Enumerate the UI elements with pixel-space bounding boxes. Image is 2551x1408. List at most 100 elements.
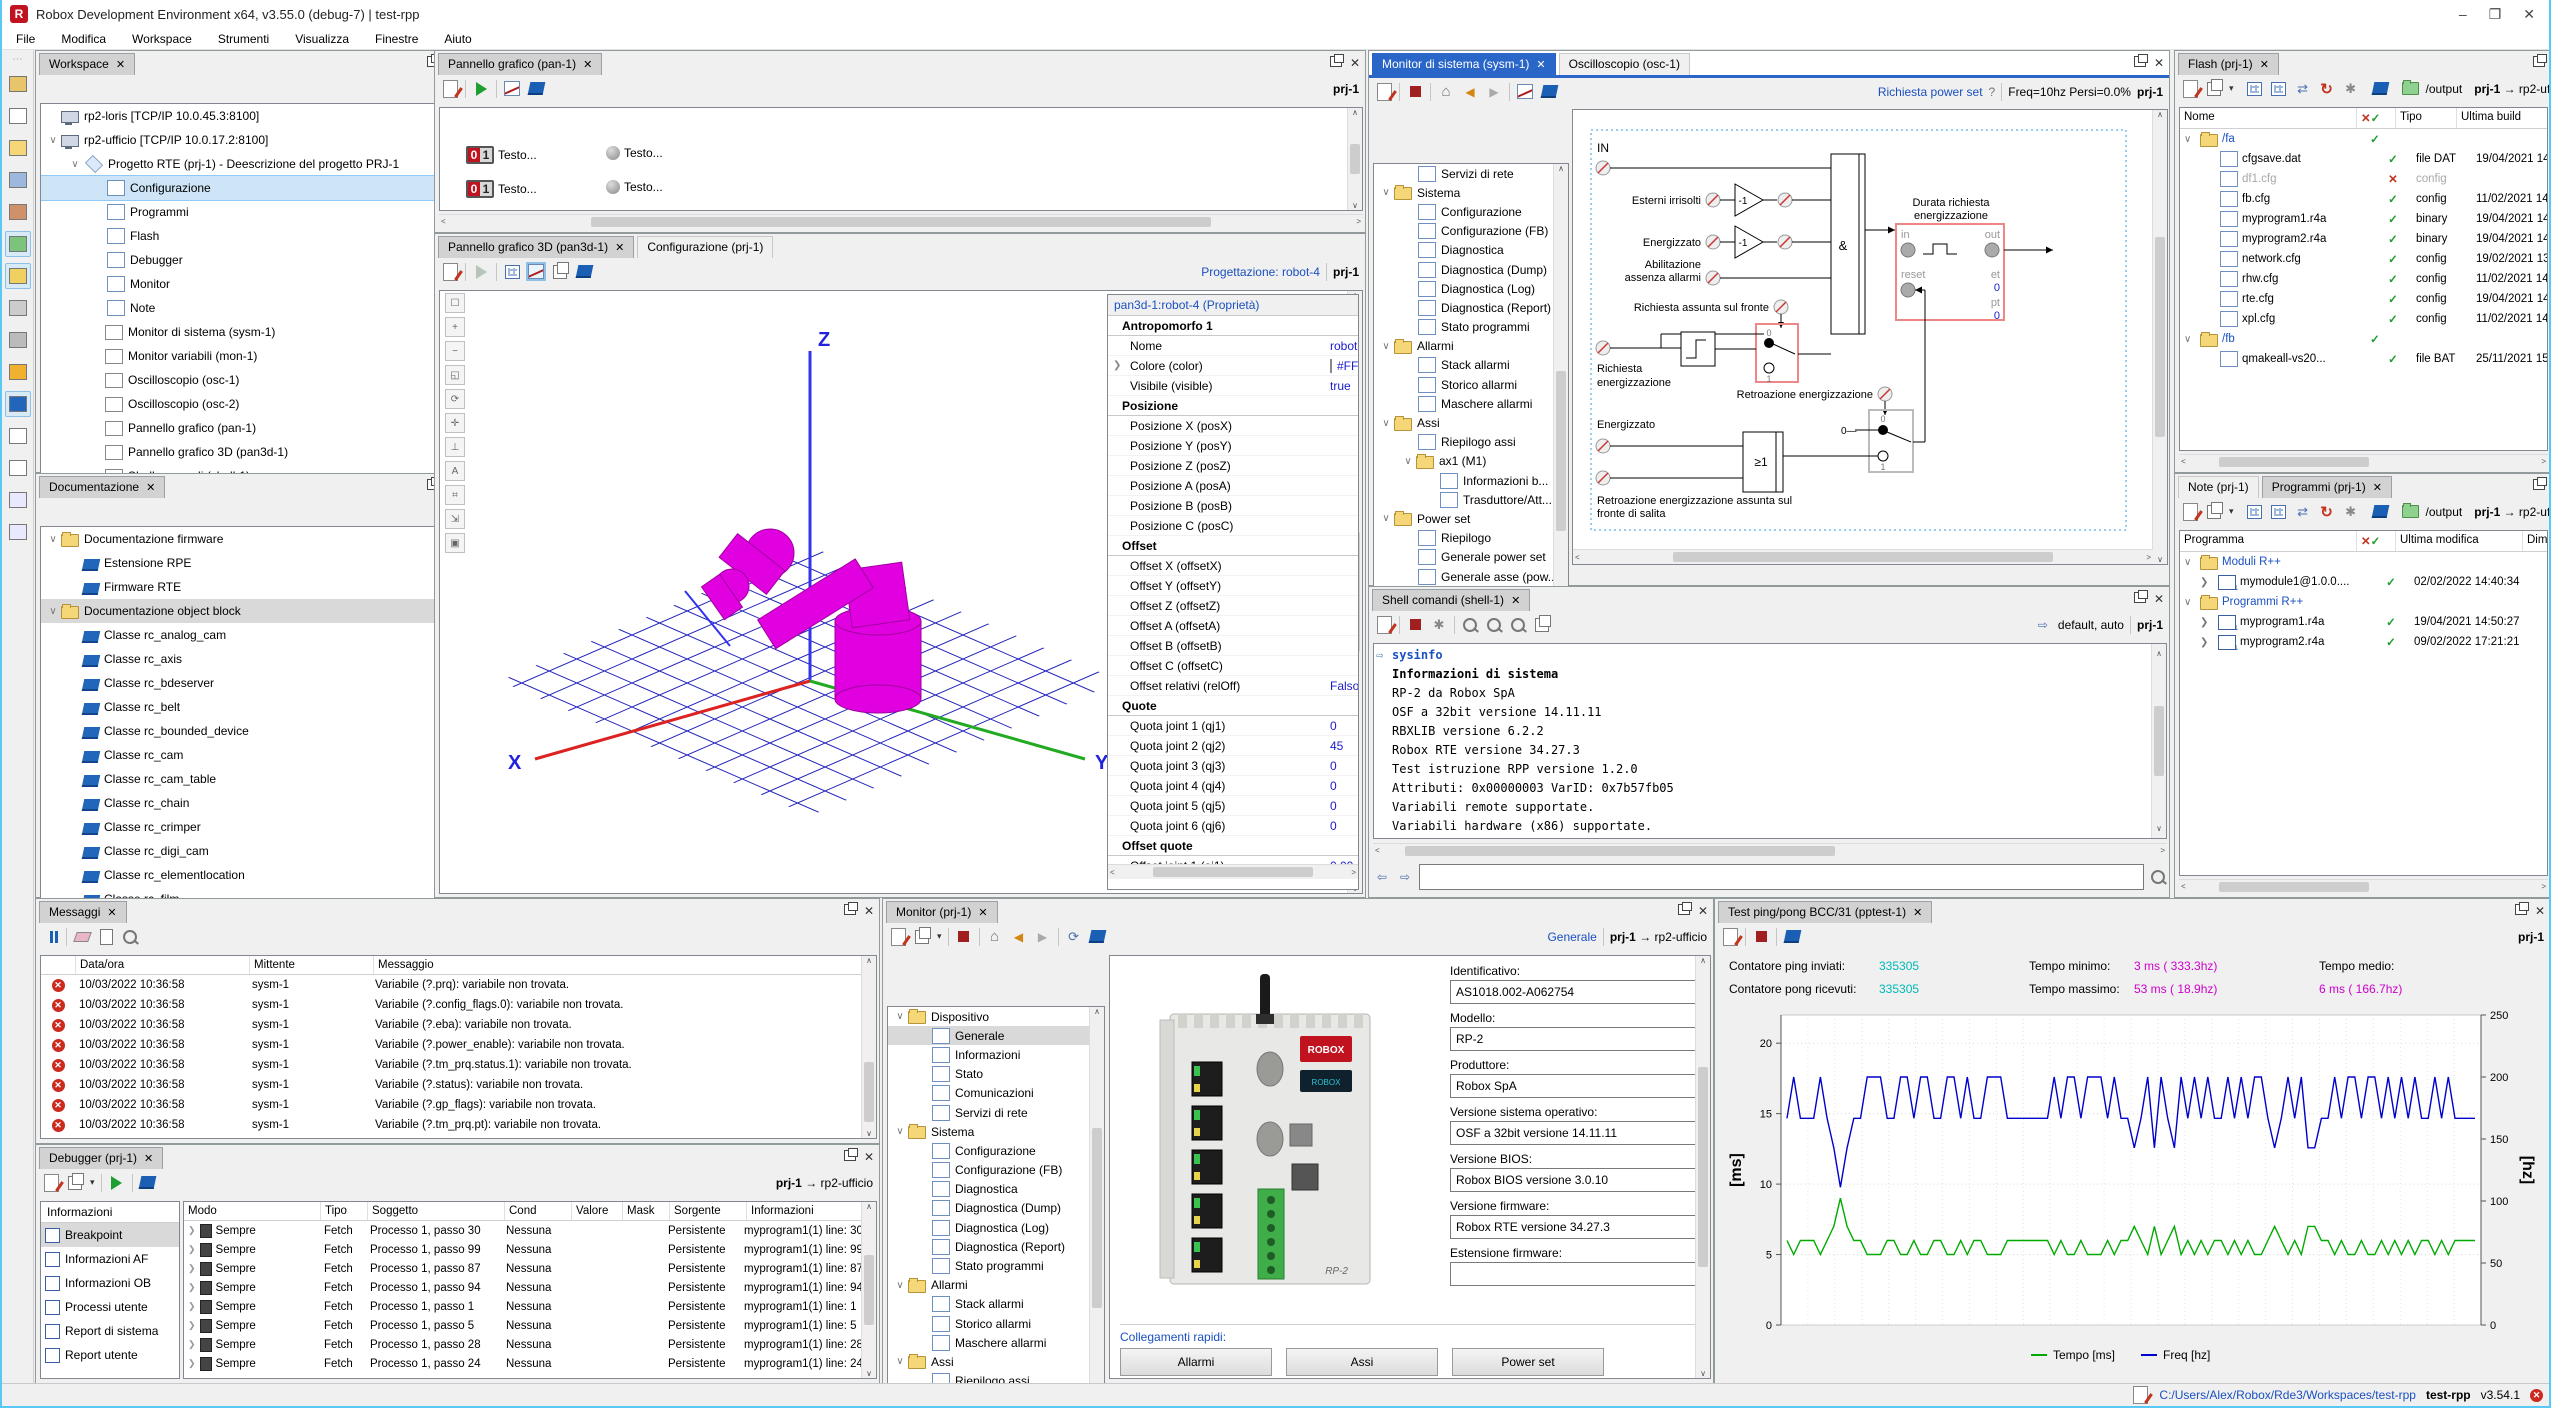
tree-item[interactable]: Classe rc_elementlocation: [41, 863, 459, 887]
notebook-icon[interactable]: [441, 80, 459, 98]
tree-item[interactable]: Classe rc_analog_cam: [41, 623, 459, 647]
hand-icon[interactable]: ✱: [2342, 503, 2360, 521]
notebook-icon[interactable]: [1375, 616, 1393, 634]
quick-button-allarmi[interactable]: Allarmi: [1120, 1348, 1272, 1376]
run-icon[interactable]: [472, 80, 490, 98]
help-book-icon[interactable]: [575, 263, 593, 281]
close-icon[interactable]: ✕: [2535, 904, 2545, 918]
tree-item[interactable]: Pannello grafico 3D (pan3d-1): [41, 440, 459, 464]
tree-item[interactable]: Classe rc_belt: [41, 695, 459, 719]
file-row[interactable]: network.cfg✓config19/02/2021 13:39:46: [2180, 249, 2547, 269]
tab-flash[interactable]: Flash (prj-1)✕: [2178, 53, 2279, 75]
design-icon[interactable]: [1516, 83, 1534, 101]
program-row[interactable]: ❯myprogram1.r4a✓19/04/2021 14:50:272.22: [2180, 612, 2547, 632]
tree-item[interactable]: Debugger: [41, 248, 459, 272]
help-book-icon[interactable]: [139, 1174, 157, 1192]
program-row[interactable]: ∨Moduli R++: [2180, 552, 2547, 572]
property-row[interactable]: Quota joint 2 (qj2)45: [1108, 736, 1358, 756]
quick-button-assi[interactable]: Assi: [1286, 1348, 1438, 1376]
file-row[interactable]: myprogram2.r4a✓binary19/04/2021 14:10:36: [2180, 229, 2547, 249]
column-header[interactable]: Ultima build: [2457, 108, 2548, 128]
tree-item[interactable]: Riepilogo: [1374, 529, 1568, 548]
file-row[interactable]: rhw.cfg✓config11/02/2021 14:44:00: [2180, 269, 2547, 289]
tree-item[interactable]: Pannello grafico (pan-1): [41, 416, 459, 440]
column-header[interactable]: Informazioni: [747, 1202, 877, 1220]
property-row[interactable]: Offset joint 1 (oj1)0.00: [1108, 856, 1358, 864]
expander-icon[interactable]: ❯: [188, 1225, 196, 1236]
stop-icon[interactable]: [1406, 616, 1424, 634]
stop-icon[interactable]: [1752, 928, 1770, 946]
tree-item[interactable]: ∨Allarmi: [1374, 337, 1568, 356]
column-header[interactable]: Mittente: [250, 956, 374, 974]
hand-icon[interactable]: ✱: [1430, 616, 1448, 634]
tree-item[interactable]: Stack allarmi: [1374, 356, 1568, 375]
property-row[interactable]: Offset X (offsetX): [1108, 556, 1358, 576]
tree-item[interactable]: ∨Assi: [888, 1352, 1104, 1371]
back-icon[interactable]: ◀: [1010, 928, 1028, 946]
tree-item[interactable]: Generale asse (pow...: [1374, 567, 1568, 586]
column-header[interactable]: Valore: [572, 1202, 623, 1220]
breakpoint-row[interactable]: ❯SempreFetchProcesso 1, passo 99NessunaP…: [184, 1240, 876, 1259]
field-input[interactable]: RP-2: [1450, 1027, 1700, 1051]
column-header[interactable]: Data/ora: [76, 956, 250, 974]
led-widget[interactable]: Testo...: [606, 180, 663, 194]
expander-icon[interactable]: ∨: [892, 1011, 908, 1022]
design-icon[interactable]: [527, 263, 545, 281]
property-value[interactable]: Falso: [1330, 679, 1358, 693]
tree-item[interactable]: ∨Dispositivo: [888, 1007, 1104, 1026]
expander-icon[interactable]: ❯: [188, 1301, 196, 1312]
notebook-icon[interactable]: [1721, 928, 1739, 946]
field-input[interactable]: OSF a 32bit versione 14.11.11: [1450, 1121, 1700, 1145]
tree-item[interactable]: Diagnostica (Dump): [1374, 260, 1568, 279]
float-icon[interactable]: [2533, 479, 2545, 490]
error-badge[interactable]: ✕: [2530, 1389, 2543, 1402]
tree-item[interactable]: Oscilloscopio (osc-2): [41, 392, 459, 416]
float-icon[interactable]: [1330, 56, 1342, 67]
reset-icon[interactable]: ↻: [2318, 80, 2336, 98]
file-row[interactable]: fb.cfg✓config11/02/2021 14:29:16: [2180, 189, 2547, 209]
tree-item[interactable]: Stack allarmi: [888, 1295, 1104, 1314]
led-widget[interactable]: Testo...: [606, 146, 663, 160]
tree-item[interactable]: Classe rc_cam: [41, 743, 459, 767]
expander-icon[interactable]: ∨: [2184, 334, 2196, 345]
expander-icon[interactable]: ∨: [1378, 513, 1394, 524]
debugger-category[interactable]: Report utente: [41, 1343, 179, 1367]
close-icon[interactable]: ✕: [1350, 56, 1360, 70]
eraser-icon[interactable]: [73, 928, 91, 946]
column-header[interactable]: Tipo: [321, 1202, 368, 1220]
home-icon[interactable]: ⌂: [986, 928, 1004, 946]
property-row[interactable]: Posizione Y (posY): [1108, 436, 1358, 456]
tree-item[interactable]: Diagnostica: [1374, 241, 1568, 260]
help-book-icon[interactable]: [527, 80, 545, 98]
tree-item[interactable]: ∨Sistema: [1374, 183, 1568, 202]
notebook-icon[interactable]: [441, 263, 459, 281]
copy-icon[interactable]: [2205, 80, 2223, 98]
column-header[interactable]: Cond: [505, 1202, 572, 1220]
sync-icon[interactable]: ⇄: [2294, 503, 2312, 521]
column-header[interactable]: Tipo: [2396, 108, 2457, 128]
expander-icon[interactable]: ∨: [1378, 341, 1394, 352]
tree-item[interactable]: Configurazione: [888, 1141, 1104, 1160]
debugger-category[interactable]: Processi utente: [41, 1295, 179, 1319]
measure-icon[interactable]: ⇲: [445, 509, 465, 529]
tree-item[interactable]: Storico allarmi: [888, 1314, 1104, 1333]
close-icon[interactable]: ✕: [1698, 904, 1708, 918]
property-value[interactable]: 0: [1330, 779, 1337, 793]
property-value[interactable]: 0: [1330, 819, 1337, 833]
save-icon[interactable]: [5, 167, 31, 193]
tab-pptest[interactable]: Test ping/pong BCC/31 (pptest-1)✕: [1718, 901, 1932, 923]
property-row[interactable]: Nomerobot-4: [1108, 336, 1358, 356]
pan-icon[interactable]: ✛: [445, 413, 465, 433]
menu-visualizza[interactable]: Visualizza: [295, 32, 349, 46]
file-row[interactable]: qmakeall-vs20...✓file BAT25/11/2021 15:5…: [2180, 349, 2547, 369]
history-next-icon[interactable]: ⇨: [1396, 868, 1414, 886]
shell-command-input[interactable]: [1419, 864, 2144, 890]
expander-icon[interactable]: ❯: [188, 1339, 196, 1350]
tree-item[interactable]: Riepilogo assi: [1374, 433, 1568, 452]
tree-item[interactable]: ∨Documentazione firmware: [41, 527, 459, 551]
debugger-category[interactable]: Report di sistema: [41, 1319, 179, 1343]
property-row[interactable]: Offset Y (offsetY): [1108, 576, 1358, 596]
tab-pan1[interactable]: Pannello grafico (pan-1)✕: [438, 53, 602, 75]
expander-icon[interactable]: ∨: [892, 1126, 908, 1137]
file-row[interactable]: ∨/fa✓: [2180, 129, 2547, 149]
